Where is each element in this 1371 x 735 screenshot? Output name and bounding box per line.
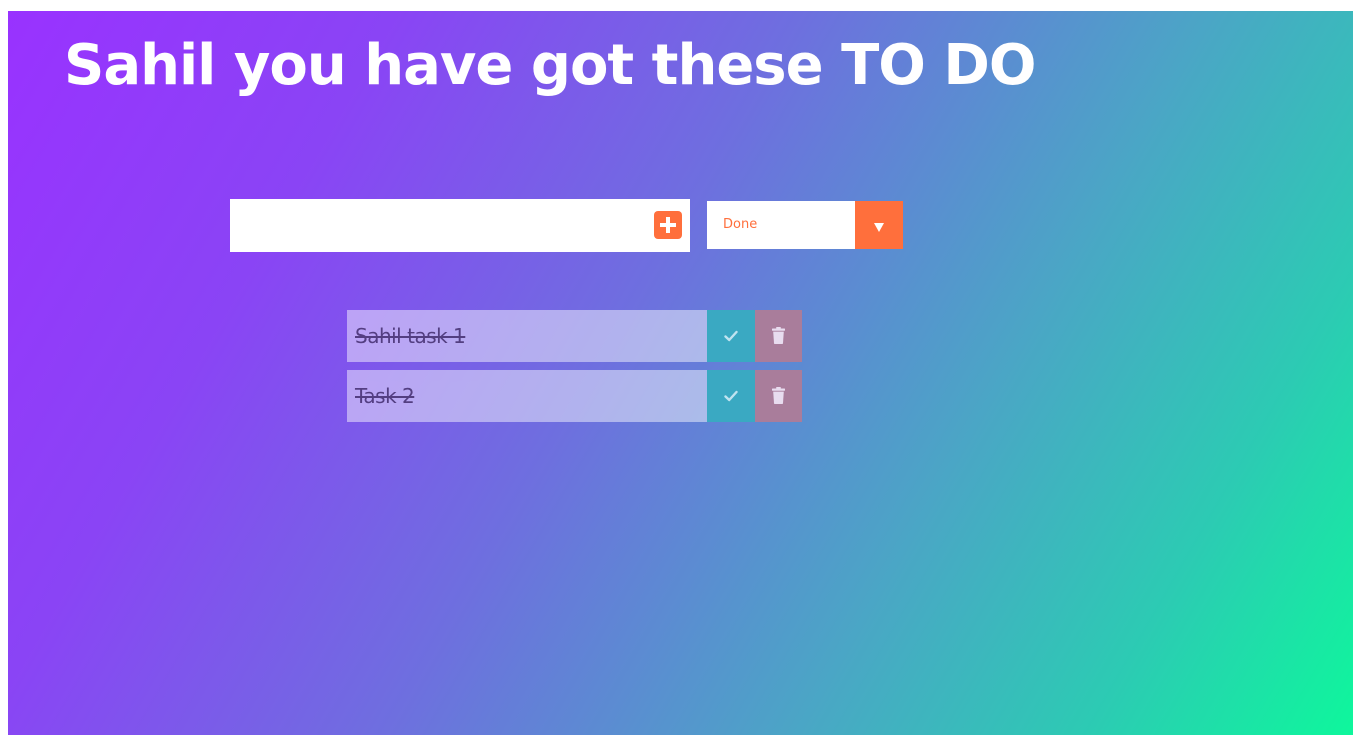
todo-item: Task 2: [347, 370, 802, 422]
filter-selected-value: Done: [723, 217, 758, 232]
todo-text: Sahil task 1: [347, 310, 707, 362]
todo-item: Sahil task 1: [347, 310, 802, 362]
todo-text: Task 2: [347, 370, 707, 422]
delete-button[interactable]: [755, 310, 802, 362]
caret-down-icon: [874, 223, 884, 232]
todo-list: Sahil task 1 Task 2: [347, 310, 802, 430]
filter-select[interactable]: Done: [707, 201, 903, 249]
check-icon: [724, 390, 738, 402]
plus-icon-stroke: [666, 217, 670, 233]
check-icon: [724, 330, 738, 342]
filter-dropdown-button[interactable]: [855, 201, 903, 249]
trash-icon: [772, 327, 785, 344]
complete-button[interactable]: [707, 310, 755, 362]
trash-icon: [772, 387, 785, 404]
task-input[interactable]: [230, 199, 640, 252]
page-title: Sahil you have got these TO DO: [64, 33, 1036, 98]
delete-button[interactable]: [755, 370, 802, 422]
task-input-container: [230, 199, 690, 252]
app-background: Sahil you have got these TO DO Done Sahi…: [8, 11, 1353, 735]
complete-button[interactable]: [707, 370, 755, 422]
add-task-button[interactable]: [654, 211, 682, 239]
